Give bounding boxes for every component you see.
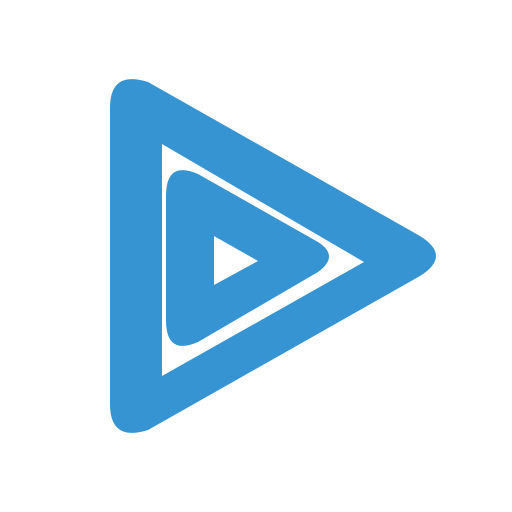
play-logo-icon — [110, 79, 436, 433]
app-icon-canvas — [0, 0, 512, 512]
